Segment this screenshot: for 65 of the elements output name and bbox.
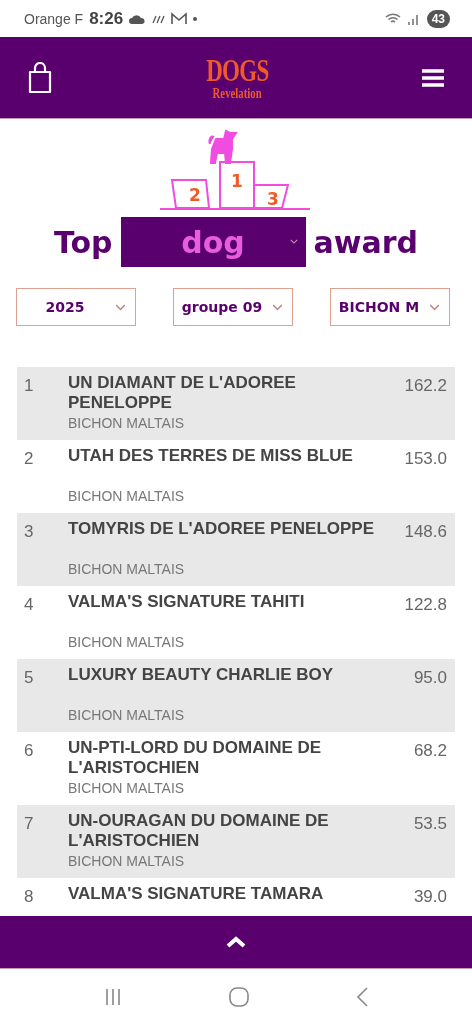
- recent-apps-icon[interactable]: [103, 987, 122, 1006]
- dog-name[interactable]: UN-PTI-LORD DU DOMAINE DE L'ARISTOCHIEN: [68, 738, 414, 778]
- rank-number: 5: [24, 667, 35, 688]
- carrier-name: Orange F: [24, 10, 84, 27]
- title-text: Top: [53, 224, 113, 260]
- filter-select[interactable]: BICHON M: [330, 288, 450, 326]
- score-value: 95.0: [413, 667, 447, 688]
- clock-time: 8:26: [89, 8, 124, 29]
- logo-title[interactable]: DOGS: [205, 54, 269, 86]
- mail-icon: [171, 12, 188, 25]
- score-value: 39.0: [413, 886, 447, 907]
- title-text: award: [313, 224, 419, 260]
- chevron-down-icon: [115, 304, 126, 311]
- shopping-bag-icon[interactable]: [28, 61, 52, 94]
- breed-name: BICHON MALTAIS: [68, 707, 186, 725]
- filter-select[interactable]: groupe 09: [173, 288, 293, 326]
- menu-icon[interactable]: [422, 68, 444, 87]
- score-value: 162.2: [404, 375, 447, 397]
- rank-number: 1: [24, 375, 35, 397]
- place-number: 3: [266, 189, 279, 209]
- row-background[interactable]: 7 UN-OURAGAN DU DOMAINE DE L'ARISTOCHIEN 53.5 BICHON MALTAIS: [17, 805, 455, 878]
- category-select[interactable]: dog: [120, 217, 306, 267]
- dog-name[interactable]: UTAH DES TERRES DE MISS BLUE: [68, 446, 405, 469]
- breed-name: BICHON MALTAIS: [68, 853, 186, 871]
- breed-name: BICHON MALTAIS: [68, 780, 186, 798]
- score-value: 53.5: [413, 813, 447, 835]
- wifi-icon: [384, 12, 401, 25]
- score-value: 148.6: [404, 521, 447, 542]
- dog-name[interactable]: UN DIAMANT DE L'ADOREE PENELOPPE: [68, 373, 405, 413]
- dog-name[interactable]: VALMA'S SIGNATURE TAMARA: [68, 884, 414, 907]
- rank-number: 7: [24, 813, 35, 835]
- row-background[interactable]: 5 LUXURY BEAUTY CHARLIE BOY 95.0 BICHON MALTAIS: [17, 659, 455, 732]
- breed-name: BICHON MALTAIS: [68, 561, 186, 579]
- dog-name[interactable]: UN-OURAGAN DU DOMAINE DE L'ARISTOCHIEN: [68, 811, 414, 851]
- place-number: 2: [188, 185, 201, 205]
- breed-name: BICHON MALTAIS: [68, 415, 186, 433]
- back-icon[interactable]: [356, 986, 369, 1007]
- home-icon[interactable]: [229, 986, 249, 1007]
- rank-number: 8: [24, 886, 35, 907]
- chevron-down-icon: [272, 304, 283, 311]
- logo-subtitle[interactable]: Revelation: [212, 86, 262, 101]
- row-background[interactable]: 3 TOMYRIS DE L'ADOREE PENELOPPE 148.6 BICHON MALTAIS: [17, 513, 455, 586]
- dog-name[interactable]: TOMYRIS DE L'ADOREE PENELOPPE: [68, 519, 405, 542]
- signal-icon: [406, 12, 421, 25]
- chevron-down-icon: [289, 239, 298, 244]
- chevron-down-icon: [429, 304, 440, 311]
- breed-name: BICHON MALTAIS: [68, 488, 186, 506]
- filter-select[interactable]: 2025: [16, 288, 136, 326]
- score-value: 153.0: [404, 448, 447, 469]
- score-value: 68.2: [413, 740, 447, 762]
- scroll-up-icon[interactable]: [226, 936, 246, 948]
- battery-level: 43: [426, 9, 450, 28]
- cloud-icon: [129, 13, 146, 24]
- rank-number: 4: [24, 594, 35, 615]
- score-value: 122.8: [404, 594, 447, 615]
- rank-number: 3: [24, 521, 35, 542]
- row-background[interactable]: 1 UN DIAMANT DE L'ADOREE PENELOPPE 162.2 BICHON MALTAIS: [17, 367, 455, 440]
- dog-name[interactable]: LUXURY BEAUTY CHARLIE BOY: [68, 665, 414, 688]
- dot-icon: [193, 16, 198, 21]
- breed-name: BICHON MALTAIS: [68, 634, 186, 652]
- dog-name[interactable]: VALMA'S SIGNATURE TAHITI: [68, 592, 405, 615]
- place-number: 1: [230, 171, 243, 191]
- rank-number: 2: [24, 448, 35, 469]
- rain-icon: [151, 13, 166, 24]
- rank-number: 6: [24, 740, 35, 762]
